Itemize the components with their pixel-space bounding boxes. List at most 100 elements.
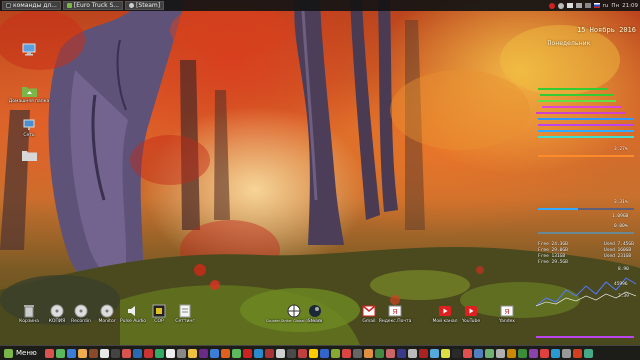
launcher-app-icon[interactable] (44, 348, 54, 358)
launcher-app-icon[interactable] (462, 348, 472, 358)
launcher-app-icon[interactable] (528, 348, 538, 358)
disk-free: Free 24.3GB (538, 242, 568, 247)
launcher-app-icon[interactable] (198, 348, 208, 358)
launcher-app-icon[interactable] (264, 348, 274, 358)
launcher-app-icon[interactable] (121, 348, 131, 358)
launcher-app-icon[interactable] (429, 348, 439, 358)
launcher-app-icon[interactable] (407, 348, 417, 358)
cpu-graph-line (538, 136, 634, 138)
launcher-app-icon[interactable] (396, 348, 406, 358)
launcher-app-icon[interactable] (352, 348, 362, 358)
app-icon (151, 304, 167, 318)
disk-free: Free 29.5GB (538, 260, 568, 265)
launcher-app-icon[interactable] (572, 348, 582, 358)
launcher-app-icon[interactable] (253, 348, 263, 358)
steam-tray-icon[interactable] (548, 2, 555, 9)
launcher-app-icon[interactable] (231, 348, 241, 358)
launcher-app-icon[interactable] (66, 348, 76, 358)
cpu-graph-line (538, 124, 634, 126)
launcher-app-icon[interactable] (451, 348, 461, 358)
launcher-app-icon[interactable] (495, 348, 505, 358)
launcher-app-icon[interactable] (385, 348, 395, 358)
launcher-app-icon[interactable] (143, 348, 153, 358)
launcher-app-icon[interactable] (275, 348, 285, 358)
disk-free: Free 29.0GB (538, 248, 568, 253)
disk-icon (73, 304, 89, 318)
launcher-app-icon[interactable] (319, 348, 329, 358)
launcher-app-icon[interactable] (132, 348, 142, 358)
ram-bar-bg (578, 208, 634, 210)
desktop-icon-network[interactable]: Сеть (12, 118, 46, 138)
taskbar-button-euro-truck[interactable]: [Euro Truck S... (62, 1, 124, 10)
dock-icon-yandex-mail[interactable]: Я Яндекс.Почта (378, 304, 412, 324)
launcher-app-icon[interactable] (440, 348, 450, 358)
main-menu-button[interactable]: Меню (0, 347, 41, 360)
clock-time[interactable]: 21:09 (622, 3, 638, 9)
conky-day: Понедельник (547, 39, 591, 47)
keyboard-flag-icon[interactable] (593, 3, 600, 8)
launcher-app-icon[interactable] (77, 348, 87, 358)
youtube-icon (463, 304, 479, 318)
launcher-app-icon[interactable] (341, 348, 351, 358)
dock-icon-yandex[interactable]: Я Yandex (490, 304, 524, 324)
gmail-icon (361, 304, 377, 318)
desktop-icon-folder[interactable] (12, 148, 46, 163)
battery-tray-icon[interactable] (584, 3, 591, 8)
dock-icon-settings-doc[interactable]: Сеттинг (168, 304, 202, 324)
launcher-app-icon[interactable] (506, 348, 516, 358)
taskbar-button-label: команды дл... (13, 2, 57, 9)
launcher-app-icon[interactable] (418, 348, 428, 358)
mint-logo-icon (4, 348, 13, 358)
swap-bar (538, 232, 634, 234)
launcher-app-icon[interactable] (308, 348, 318, 358)
monitor-icon (21, 42, 37, 56)
update-tray-icon[interactable] (557, 2, 564, 9)
launcher-app-icon[interactable] (55, 348, 65, 358)
dock-icon-label: Monitor (98, 319, 116, 324)
launcher-app-icon[interactable] (110, 348, 120, 358)
launcher-app-icon[interactable] (550, 348, 560, 358)
dock-icon-steam[interactable]: Steam (298, 304, 332, 324)
launcher-app-icon[interactable] (297, 348, 307, 358)
launcher-app-icon[interactable] (363, 348, 373, 358)
launcher-app-icon[interactable] (154, 348, 164, 358)
launcher-app-icon[interactable] (539, 348, 549, 358)
folder-icon (66, 3, 72, 8)
launcher-app-icon[interactable] (209, 348, 219, 358)
launcher-app-icon[interactable] (99, 348, 109, 358)
launcher-app-icon[interactable] (484, 348, 494, 358)
clock-day[interactable]: Пн (611, 3, 619, 9)
launcher-app-icon[interactable] (176, 348, 186, 358)
taskbar-button-terminal[interactable]: команды дл... (2, 1, 61, 10)
sound-icon (125, 304, 141, 318)
launcher-app-icon[interactable] (187, 348, 197, 358)
launcher-app-icon[interactable] (165, 348, 175, 358)
launcher-app-icon[interactable] (220, 348, 230, 358)
net-down: 8.90 (618, 267, 629, 272)
launcher-app-icon[interactable] (473, 348, 483, 358)
disk-used: Used 231GB (604, 254, 632, 259)
disk-used: Used 7.45GB (604, 242, 634, 247)
launcher-app-icon[interactable] (517, 348, 527, 358)
launcher-app-icon[interactable] (242, 348, 252, 358)
launcher-app-icon[interactable] (88, 348, 98, 358)
taskbar-button-steam[interactable]: [Steam] (125, 1, 165, 10)
launcher-app-icon[interactable] (330, 348, 340, 358)
volume-tray-icon[interactable] (575, 3, 582, 8)
network-icon (21, 118, 37, 132)
launcher-app-icon[interactable] (583, 348, 593, 358)
launcher-app-icon[interactable] (374, 348, 384, 358)
launcher-app-icon[interactable] (561, 348, 571, 358)
keyboard-layout[interactable]: ru (603, 3, 609, 9)
dock-icon-label: Корзина (19, 319, 39, 324)
dock-icon-label: Recordin (71, 319, 91, 324)
cpu-graph-line (536, 112, 626, 114)
network-tray-icon[interactable] (566, 3, 573, 8)
launcher-app-icon[interactable] (286, 348, 296, 358)
launcher-strip (44, 348, 593, 358)
desktop-icon-computer[interactable] (12, 42, 46, 57)
conky-date: 15 Ноябрь 2016 (576, 26, 636, 34)
dock-icon-youtube[interactable]: YouTube (454, 304, 488, 324)
desktop-icon-home[interactable]: Домашняя папка (9, 84, 49, 104)
steam-icon (129, 3, 135, 8)
